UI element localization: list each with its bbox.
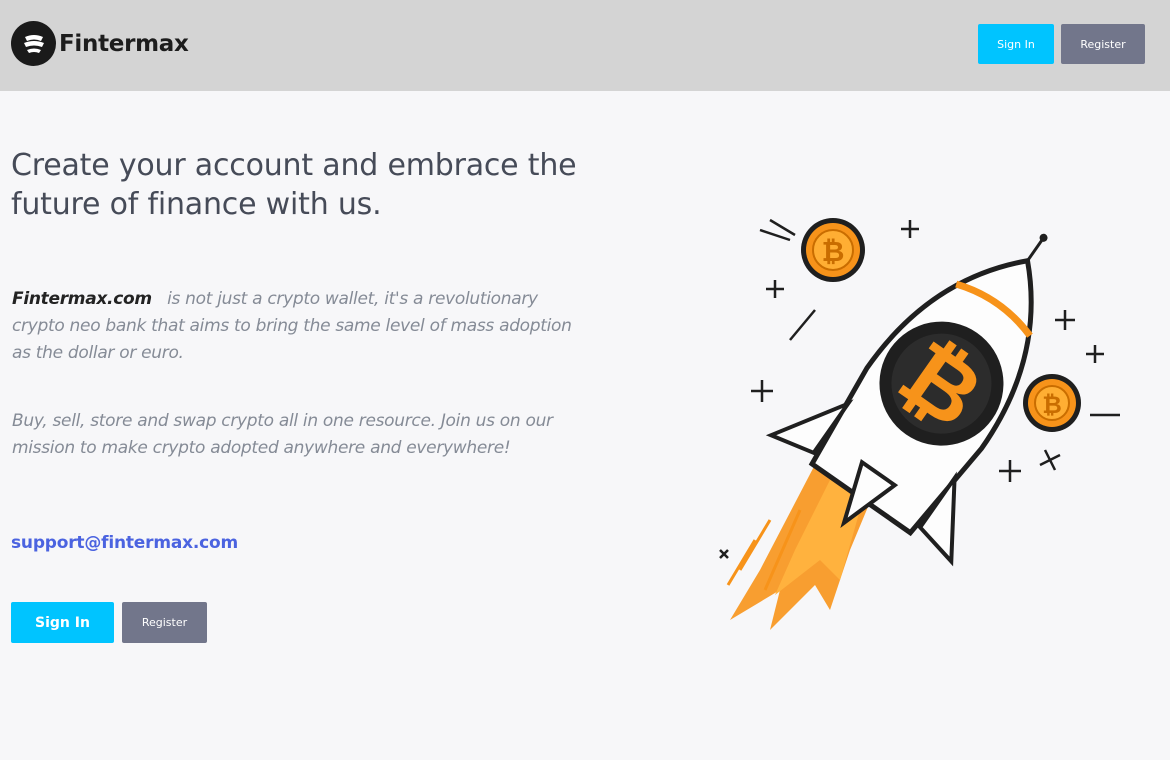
- support-email-link[interactable]: support@fintermax.com: [11, 533, 238, 553]
- brand-name: Fintermax: [59, 30, 189, 57]
- bitcoin-rocket-illustration: ₿ ₿ ₿: [719, 218, 1120, 630]
- brand-inline: Fintermax.com: [12, 289, 152, 309]
- top-header: Fintermax Sign In Register: [0, 0, 1170, 91]
- svg-text:₿: ₿: [822, 235, 845, 268]
- register-button[interactable]: Register: [122, 602, 207, 643]
- header-sign-in-button[interactable]: Sign In: [978, 24, 1054, 64]
- bitcoin-coin-icon: ₿: [801, 218, 865, 282]
- sign-in-button[interactable]: Sign In: [11, 602, 114, 643]
- mission-paragraph: Buy, sell, store and swap crypto all in …: [12, 411, 553, 458]
- intro-paragraph: Fintermax.com is not just a crypto walle…: [12, 286, 572, 367]
- bitcoin-coin-icon: ₿: [1023, 374, 1081, 432]
- logo[interactable]: Fintermax: [11, 21, 189, 66]
- header-register-button[interactable]: Register: [1061, 24, 1145, 64]
- page-headline: Create your account and embrace the futu…: [11, 148, 577, 222]
- svg-text:₿: ₿: [1042, 391, 1062, 419]
- logo-icon: [11, 21, 56, 66]
